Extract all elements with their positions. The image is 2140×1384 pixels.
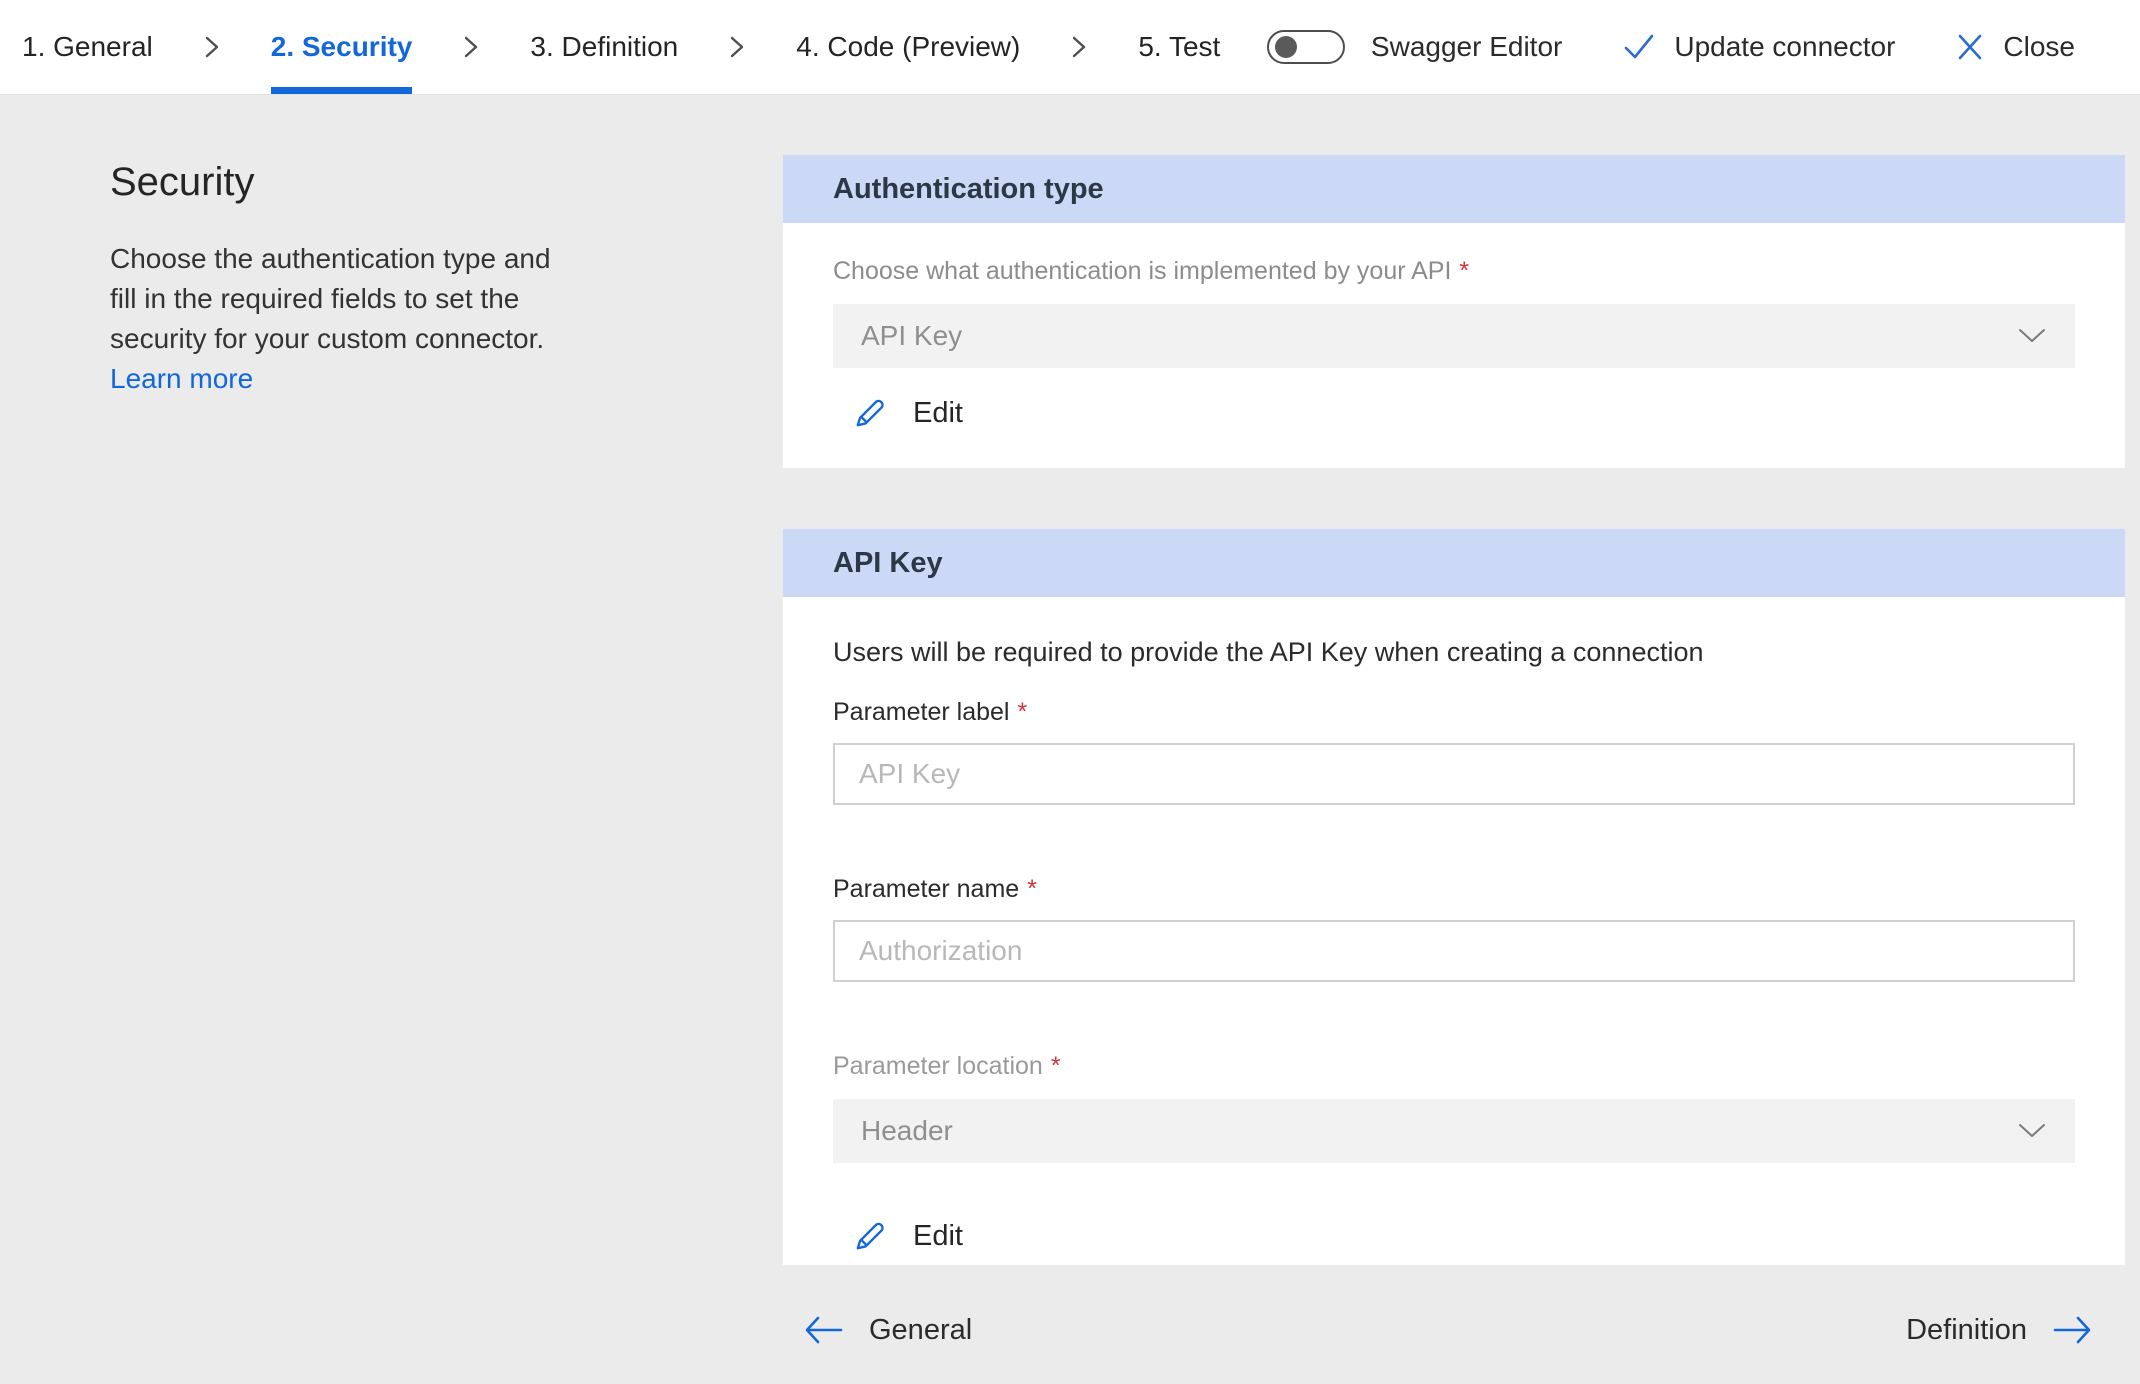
intro-description-line: fill in the required fields to set the: [110, 279, 615, 319]
update-connector-label: Update connector: [1674, 31, 1895, 63]
wizard-footer-nav: General Definition: [783, 1298, 2125, 1362]
security-intro-panel: Security Choose the authentication type …: [110, 160, 615, 399]
required-asterisk: *: [1051, 1052, 1061, 1081]
step-security-label: 2. Security: [271, 31, 413, 63]
close-button[interactable]: Close: [1955, 31, 2075, 63]
auth-type-field-label-row: Choose what authentication is implemente…: [833, 257, 2075, 286]
back-general-button[interactable]: General: [801, 1313, 972, 1347]
parameter-label-label-row: Parameter label *: [833, 698, 2075, 727]
chevron-down-icon: [2017, 1123, 2047, 1139]
parameter-label-input[interactable]: [833, 743, 2075, 805]
authentication-type-card-header: Authentication type: [783, 155, 2125, 223]
parameter-location-dropdown: Header: [833, 1099, 2075, 1163]
auth-type-field-label: Choose what authentication is implemente…: [833, 257, 1451, 286]
step-code-preview-label: 4. Code (Preview): [796, 31, 1020, 63]
step-general[interactable]: 1. General: [22, 0, 153, 94]
pencil-icon: [851, 1217, 889, 1255]
close-icon: [1955, 32, 1985, 62]
required-asterisk: *: [1027, 875, 1037, 904]
next-definition-label: Definition: [1906, 1314, 2027, 1347]
close-label: Close: [2003, 31, 2075, 63]
parameter-location-dropdown-value: Header: [861, 1115, 953, 1147]
top-bar-actions: Swagger Editor Update connector Close: [1267, 30, 2075, 64]
swagger-editor-toggle[interactable]: [1267, 30, 1345, 64]
wizard-steps: 1. General 2. Security 3. Definition 4. …: [22, 0, 1220, 94]
auth-type-dropdown-value: API Key: [861, 320, 962, 352]
step-test[interactable]: 5. Test: [1138, 0, 1220, 94]
chevron-right-icon: [724, 33, 750, 61]
parameter-name-label-row: Parameter name *: [833, 875, 2075, 904]
intro-description-line: security for your custom connector.: [110, 319, 615, 359]
api-key-description: Users will be required to provide the AP…: [833, 637, 2075, 668]
back-general-label: General: [869, 1314, 972, 1347]
authentication-type-card-body: Choose what authentication is implemente…: [783, 223, 2125, 432]
parameter-name-input[interactable]: [833, 920, 2075, 982]
arrow-left-icon: [801, 1313, 845, 1347]
chevron-right-icon: [1066, 33, 1092, 61]
step-security[interactable]: 2. Security: [271, 0, 413, 94]
step-definition[interactable]: 3. Definition: [530, 0, 678, 94]
parameter-name-label: Parameter name: [833, 875, 1019, 904]
api-key-card-body: Users will be required to provide the AP…: [783, 597, 2125, 1255]
step-definition-label: 3. Definition: [530, 31, 678, 63]
api-key-card-header: API Key: [783, 529, 2125, 597]
step-test-label: 5. Test: [1138, 31, 1220, 63]
intro-description-line: Choose the authentication type and: [110, 239, 615, 279]
parameter-location-label-row: Parameter location *: [833, 1052, 2075, 1081]
parameter-location-label: Parameter location: [833, 1052, 1043, 1081]
pencil-icon: [851, 394, 889, 432]
required-asterisk: *: [1459, 257, 1469, 286]
update-connector-button[interactable]: Update connector: [1622, 31, 1895, 63]
chevron-down-icon: [2017, 328, 2047, 344]
api-key-edit-button[interactable]: Edit: [851, 1217, 963, 1255]
step-general-label: 1. General: [22, 31, 153, 63]
required-asterisk: *: [1017, 698, 1027, 727]
page-title: Security: [110, 160, 615, 205]
toggle-knob: [1275, 36, 1297, 58]
authentication-type-card: Authentication type Choose what authenti…: [783, 155, 2125, 468]
learn-more-link[interactable]: Learn more: [110, 359, 253, 399]
arrow-right-icon: [2051, 1313, 2095, 1347]
swagger-editor-label: Swagger Editor: [1371, 31, 1562, 63]
parameter-label-label: Parameter label: [833, 698, 1009, 727]
wizard-top-bar: 1. General 2. Security 3. Definition 4. …: [0, 0, 2140, 95]
api-key-card: API Key Users will be required to provid…: [783, 529, 2125, 1265]
auth-type-dropdown: API Key: [833, 304, 2075, 368]
chevron-right-icon: [458, 33, 484, 61]
checkmark-icon: [1622, 31, 1656, 63]
auth-type-edit-label: Edit: [913, 397, 963, 430]
step-code-preview[interactable]: 4. Code (Preview): [796, 0, 1020, 94]
next-definition-button[interactable]: Definition: [1906, 1313, 2095, 1347]
api-key-edit-label: Edit: [913, 1220, 963, 1253]
chevron-right-icon: [199, 33, 225, 61]
auth-type-edit-button[interactable]: Edit: [851, 394, 963, 432]
